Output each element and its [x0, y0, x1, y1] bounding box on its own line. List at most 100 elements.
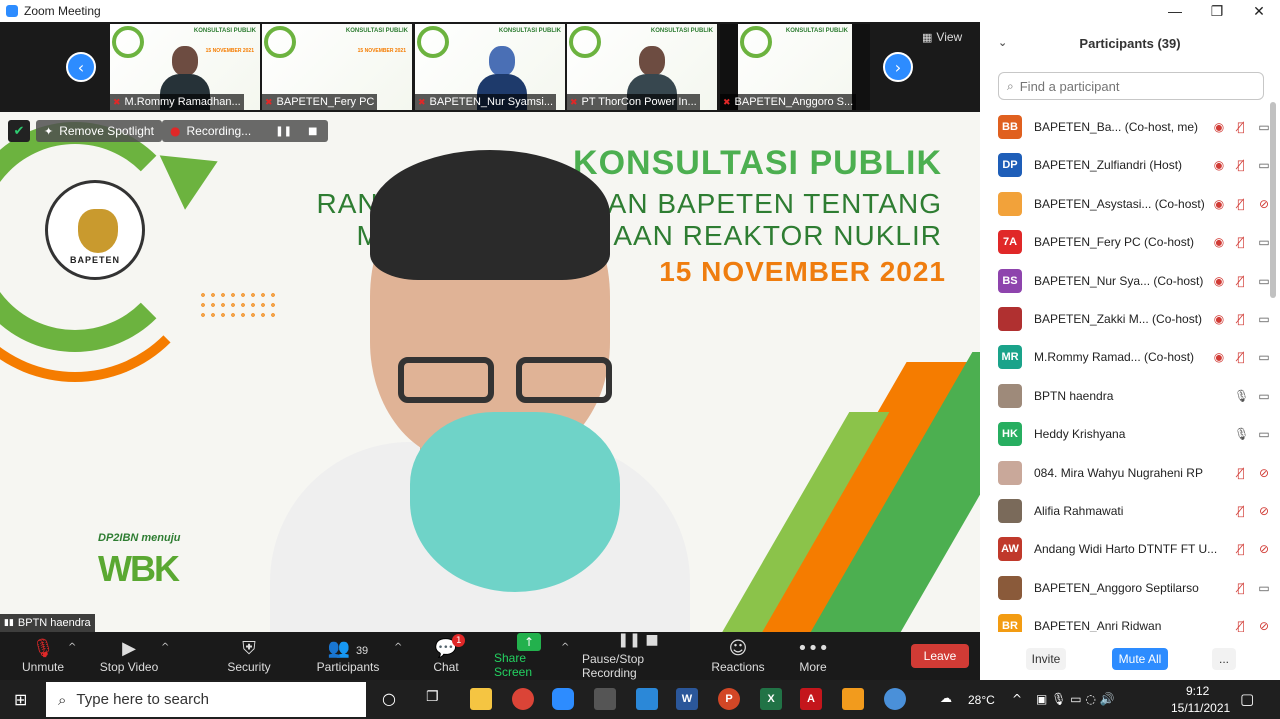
participants-button[interactable]: 👥 39 Participants	[314, 632, 382, 680]
participant-row[interactable]: BS BAPETEN_Nur Sya... (Co-host) ◉ 🎙̸ ▭	[980, 262, 1272, 300]
share-options-caret[interactable]: ^	[561, 642, 569, 653]
mic-muted-icon[interactable]: 🎙̸	[1234, 581, 1248, 595]
participant-row[interactable]: BAPETEN_Anggoro Septilarso 🎙̸ ▭	[980, 569, 1272, 607]
file-explorer-icon[interactable]	[470, 688, 492, 710]
stop-recording-icon[interactable]: ■	[308, 126, 317, 137]
video-camera-icon[interactable]: ▭	[1256, 312, 1272, 326]
participant-row[interactable]: BAPETEN_Asystasi... (Co-host) ◉ 🎙̸ ⊘	[980, 185, 1272, 223]
video-thumbnail[interactable]: KONSULTASI PUBLIK ✖ PT ThorCon Power In..…	[567, 24, 717, 110]
video-camera-icon[interactable]: ▭	[1256, 581, 1272, 595]
store-icon[interactable]	[594, 688, 616, 710]
video-thumbnail[interactable]: KONSULTASI PUBLIK ✖ BAPETEN_Anggoro S...	[720, 24, 870, 110]
mic-muted-icon[interactable]: 🎙̸	[1234, 619, 1248, 632]
unmute-button[interactable]: 🎙 Unmute	[20, 632, 66, 680]
video-off-icon[interactable]: ⊘	[1256, 504, 1272, 518]
participant-name: M.Rommy Ramad... (Co-host)	[1034, 350, 1195, 365]
video-off-icon[interactable]: ⊘	[1256, 619, 1272, 632]
more-button[interactable]: ••• More	[797, 632, 829, 680]
previous-page-button[interactable]: ‹	[66, 52, 96, 82]
chevron-left-icon: ‹	[77, 57, 85, 77]
video-options-caret[interactable]: ^	[161, 642, 169, 653]
next-page-button[interactable]: ›	[883, 52, 913, 82]
participant-status-icons: 🎙̸ ⊘	[1212, 504, 1272, 518]
participant-row[interactable]: BB BAPETEN_Ba... (Co-host, me) ◉ 🎙̸ ▭	[980, 108, 1272, 146]
video-thumbnail[interactable]: KONSULTASI PUBLIK ✖ BAPETEN_Nur Syamsi...	[415, 24, 565, 110]
security-button[interactable]: ⛨ Security	[224, 632, 274, 680]
mic-muted-icon[interactable]: 🎙̸	[1234, 197, 1248, 211]
encryption-shield-icon[interactable]: ✔	[8, 120, 30, 142]
minimize-icon[interactable]: —	[1154, 3, 1196, 19]
participant-row[interactable]: 7A BAPETEN_Fery PC (Co-host) ◉ 🎙̸ ▭	[980, 223, 1272, 261]
thumbnail-name: PT ThorCon Power In...	[581, 96, 697, 108]
pause-stop-recording-button[interactable]: ❚❚ ■ Pause/Stop Recording	[582, 632, 694, 680]
remove-spotlight-button[interactable]: ✦ Remove Spotlight	[36, 120, 162, 142]
clock-time[interactable]: 9:12	[1186, 684, 1209, 698]
participant-list-scrollbar[interactable]	[1270, 102, 1276, 298]
audio-options-caret[interactable]: ^	[68, 642, 76, 653]
participant-row[interactable]: BPTN haendra 🎙 ▭	[980, 377, 1272, 415]
windows-start-icon[interactable]: ⊞	[14, 690, 27, 709]
close-icon[interactable]: ✕	[1238, 3, 1280, 20]
mic-muted-icon[interactable]: 🎙̸	[1234, 542, 1248, 556]
video-off-icon[interactable]: ⊘	[1256, 542, 1272, 556]
video-thumbnail[interactable]: KONSULTASI PUBLIK 15 NOVEMBER 2021 ✖ BAPET…	[262, 24, 412, 110]
restore-icon[interactable]: ❐	[1196, 3, 1238, 20]
mic-muted-icon[interactable]: 🎙̸	[1234, 235, 1248, 249]
chrome-icon[interactable]	[512, 688, 534, 710]
participant-row[interactable]: AW Andang Widi Harto DTNTF FT U... 🎙̸ ⊘	[980, 530, 1272, 568]
clock-date[interactable]: 15/11/2021	[1171, 701, 1230, 715]
chat-button[interactable]: 💬 1 Chat	[428, 632, 466, 680]
share-screen-button[interactable]: ↑ Share Screen	[494, 632, 564, 680]
pdf-reader-icon[interactable]: A	[800, 688, 822, 710]
app-icon[interactable]	[842, 688, 864, 710]
participant-row[interactable]: HK Heddy Krishyana 🎙 ▭	[980, 415, 1272, 453]
powerpoint-icon[interactable]: P	[718, 688, 740, 710]
pause-recording-icon[interactable]: ❚❚	[275, 126, 292, 137]
video-camera-icon[interactable]: ▭	[1256, 427, 1272, 441]
mic-muted-icon[interactable]: 🎙̸	[1234, 312, 1248, 326]
word-icon[interactable]: W	[676, 688, 698, 710]
view-button[interactable]: ▦ View	[922, 30, 962, 44]
video-camera-icon[interactable]: ▭	[1256, 350, 1272, 364]
mic-muted-icon[interactable]: 🎙̸	[1234, 466, 1248, 480]
video-camera-icon[interactable]: ▭	[1256, 389, 1272, 403]
mic-icon[interactable]: 🎙	[1234, 389, 1249, 403]
participant-row[interactable]: MR M.Rommy Ramad... (Co-host) ◉ 🎙̸ ▭	[980, 338, 1272, 376]
participant-row[interactable]: DP BAPETEN_Zulfiandri (Host) ◉ 🎙̸ ▭	[980, 146, 1272, 184]
invite-button[interactable]: Invite	[1026, 648, 1066, 670]
participants-options-caret[interactable]: ^	[394, 642, 402, 653]
stop-video-button[interactable]: ▶ Stop Video	[98, 632, 160, 680]
mute-all-button[interactable]: Mute All	[1112, 648, 1168, 670]
panel-more-button[interactable]: ...	[1212, 648, 1236, 670]
mic-muted-icon[interactable]: 🎙̸	[1234, 274, 1248, 288]
video-off-icon[interactable]: ⊘	[1256, 466, 1272, 480]
mic-muted-icon[interactable]: 🎙̸	[1234, 350, 1248, 364]
participant-row[interactable]: BAPETEN_Zakki M... (Co-host) ◉ 🎙̸ ▭	[980, 300, 1272, 338]
mail-icon[interactable]	[636, 688, 658, 710]
leave-button[interactable]: Leave	[911, 644, 969, 668]
taskbar-search[interactable]: ⌕ Type here to search	[46, 682, 366, 717]
participant-status-icons: ◉ 🎙̸ ▭	[1212, 158, 1272, 172]
mic-muted-icon[interactable]: 🎙̸	[1234, 504, 1248, 518]
collapse-chevron-icon[interactable]: ⌄	[998, 36, 1007, 49]
participant-row[interactable]: Alifia Rahmawati 🎙̸ ⊘	[980, 492, 1272, 530]
weather-icon[interactable]: ☁	[940, 691, 952, 705]
weather-temperature[interactable]: 28°C	[968, 693, 995, 707]
notifications-icon[interactable]: ▢	[1240, 690, 1254, 708]
cortana-icon[interactable]: ○	[382, 689, 396, 708]
app-icon[interactable]	[884, 688, 906, 710]
tray-icons[interactable]: ▣ 🎙 ▭ ◌ 🔊	[1036, 692, 1115, 706]
tray-expand-icon[interactable]: ^	[1012, 692, 1022, 706]
mic-muted-icon[interactable]: 🎙̸	[1234, 120, 1248, 134]
participant-row[interactable]: 084. Mira Wahyu Nugraheni RP 🎙̸ ⊘	[980, 454, 1272, 492]
mic-muted-icon[interactable]: 🎙̸	[1234, 158, 1248, 172]
video-thumbnail[interactable]: KONSULTASI PUBLIK 15 NOVEMBER 2021 ✖ M.Rom…	[110, 24, 260, 110]
mic-icon[interactable]: 🎙	[1234, 427, 1249, 441]
participant-row[interactable]: BR BAPETEN_Anri Ridwan 🎙̸ ⊘	[980, 607, 1272, 632]
zoom-app-icon[interactable]	[552, 688, 574, 710]
task-view-icon[interactable]: ❐	[426, 689, 439, 705]
participant-search[interactable]: ⌕	[998, 72, 1264, 100]
excel-icon[interactable]: X	[760, 688, 782, 710]
reactions-button[interactable]: ☺ Reactions	[711, 632, 764, 680]
participant-search-input[interactable]	[1019, 78, 1250, 94]
